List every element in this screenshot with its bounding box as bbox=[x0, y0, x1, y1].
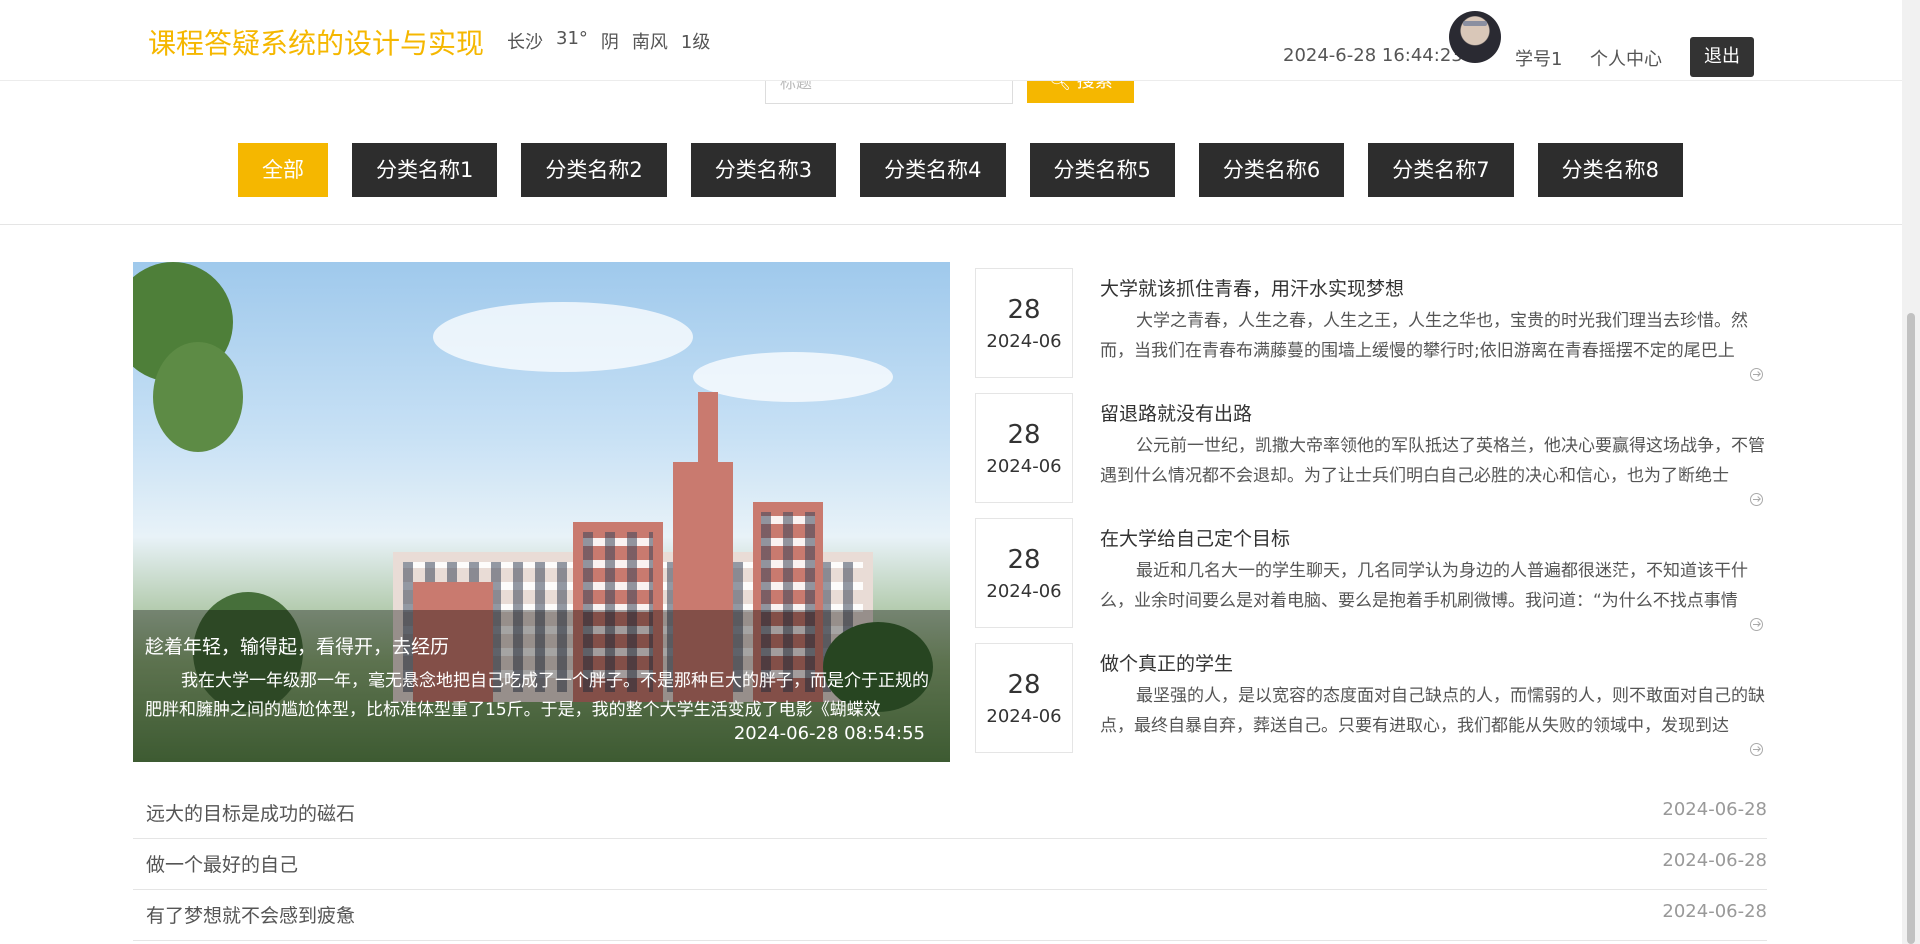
category-tab-7[interactable]: 分类名称7 bbox=[1368, 143, 1514, 197]
news-item[interactable]: 28 2024-06 留退路就没有出路 公元前一世纪，凯撒大帝率领他的军队抵达了… bbox=[975, 387, 1767, 506]
date-day: 28 bbox=[1007, 420, 1041, 450]
arrow-right-circle-icon[interactable] bbox=[1750, 743, 1763, 756]
banner-title[interactable]: 趁着年轻，输得起，看得开，去经历 bbox=[145, 632, 449, 659]
date-year-month: 2024-06 bbox=[986, 456, 1062, 477]
news-item[interactable]: 28 2024-06 做个真正的学生 最坚强的人，是以宽容的态度面对自己缺点的人… bbox=[975, 637, 1767, 756]
site-title: 课程答疑系统的设计与实现 bbox=[148, 27, 485, 60]
feature-banner[interactable]: 趁着年轻，输得起，看得开，去经历 我在大学一年级那一年，毫无悬念地把自己吃成了一… bbox=[133, 262, 950, 762]
category-tab-5[interactable]: 分类名称5 bbox=[1029, 143, 1175, 197]
category-tab-all[interactable]: 全部 bbox=[238, 143, 328, 197]
list-item[interactable]: 远大的目标是成功的磁石 2024-06-28 bbox=[133, 787, 1767, 839]
list-item-date: 2024-06-28 bbox=[1662, 799, 1767, 820]
top-header: 课程答疑系统的设计与实现 长沙 31° 阴 南风 1级 2024-6-28 16… bbox=[0, 0, 1902, 81]
page-scrollbar[interactable] bbox=[1902, 0, 1920, 944]
date-year-month: 2024-06 bbox=[986, 331, 1062, 352]
news-summary: 公元前一世纪，凯撒大帝率领他的军队抵达了英格兰，他决心要赢得这场战争，不管遇到什… bbox=[1100, 436, 1765, 486]
list-item-title[interactable]: 有了梦想就不会感到疲惫 bbox=[146, 901, 355, 928]
news-summary: 最坚强的人，是以宽容的态度面对自己缺点的人，而懦弱的人，则不敢面对自己的缺点，最… bbox=[1100, 686, 1765, 736]
date-day: 28 bbox=[1007, 670, 1041, 700]
news-summary: 最近和几名大一的学生聊天，几名同学认为身边的人普遍都很迷茫，不知道该干什么，业余… bbox=[1100, 561, 1748, 611]
category-tab-3[interactable]: 分类名称3 bbox=[690, 143, 837, 197]
news-title[interactable]: 做个真正的学生 bbox=[1100, 649, 1233, 676]
arrow-right-circle-icon[interactable] bbox=[1750, 618, 1763, 631]
weather-wind: 南风 bbox=[631, 32, 668, 53]
category-tab-8[interactable]: 分类名称8 bbox=[1537, 143, 1683, 197]
category-tab-6[interactable]: 分类名称6 bbox=[1198, 143, 1345, 197]
category-tab-2[interactable]: 分类名称2 bbox=[521, 143, 667, 197]
list-item-title[interactable]: 远大的目标是成功的磁石 bbox=[146, 799, 355, 826]
weather-condition: 阴 bbox=[600, 32, 619, 53]
banner-caption: 趁着年轻，输得起，看得开，去经历 我在大学一年级那一年，毫无悬念地把自己吃成了一… bbox=[133, 610, 950, 762]
news-summary: 大学之青春，人生之春，人生之王，人生之华也，宝贵的时光我们理当去珍惜。然而，当我… bbox=[1100, 311, 1748, 361]
date-box: 28 2024-06 bbox=[975, 643, 1073, 753]
list-item[interactable]: 有了梦想就不会感到疲惫 2024-06-28 bbox=[133, 889, 1767, 941]
date-year-month: 2024-06 bbox=[986, 706, 1062, 727]
list-item-date: 2024-06-28 bbox=[1662, 901, 1767, 922]
list-item[interactable]: 做一个最好的自己 2024-06-28 bbox=[133, 838, 1767, 890]
date-box: 28 2024-06 bbox=[975, 393, 1073, 503]
date-day: 28 bbox=[1007, 295, 1041, 325]
section-divider bbox=[0, 224, 1902, 225]
logout-button[interactable]: 退出 bbox=[1690, 37, 1754, 77]
date-box: 28 2024-06 bbox=[975, 268, 1073, 378]
arrow-right-circle-icon[interactable] bbox=[1750, 493, 1763, 506]
news-title[interactable]: 留退路就没有出路 bbox=[1100, 399, 1252, 426]
date-box: 28 2024-06 bbox=[975, 518, 1073, 628]
avatar[interactable] bbox=[1449, 11, 1501, 63]
scrollbar-thumb[interactable] bbox=[1907, 313, 1915, 944]
weather-info: 长沙 31° 阴 南风 1级 bbox=[507, 28, 710, 54]
news-title[interactable]: 大学就该抓住青春，用汗水实现梦想 bbox=[1100, 274, 1404, 301]
news-item[interactable]: 28 2024-06 在大学给自己定个目标 最近和几名大一的学生聊天，几名同学认… bbox=[975, 512, 1767, 631]
list-item-title[interactable]: 做一个最好的自己 bbox=[146, 850, 298, 877]
current-datetime: 2024-6-28 16:44:23 bbox=[1283, 45, 1463, 66]
arrow-right-circle-icon[interactable] bbox=[1750, 368, 1763, 381]
list-item-date: 2024-06-28 bbox=[1662, 850, 1767, 871]
banner-summary: 我在大学一年级那一年，毫无悬念地把自己吃成了一个胖子。不是那种巨大的胖子，而是介… bbox=[145, 671, 929, 720]
weather-level: 1级 bbox=[680, 32, 711, 53]
category-tab-4[interactable]: 分类名称4 bbox=[860, 143, 1006, 197]
banner-time: 2024-06-28 08:54:55 bbox=[733, 723, 925, 744]
news-item[interactable]: 28 2024-06 大学就该抓住青春，用汗水实现梦想 大学之青春，人生之春，人… bbox=[975, 262, 1767, 381]
weather-temp: 31° bbox=[556, 28, 588, 49]
news-title[interactable]: 在大学给自己定个目标 bbox=[1100, 524, 1290, 551]
user-center-link[interactable]: 个人中心 bbox=[1590, 45, 1662, 71]
category-tab-1[interactable]: 分类名称1 bbox=[352, 143, 498, 197]
user-name[interactable]: 学号1 bbox=[1515, 45, 1562, 71]
weather-city: 长沙 bbox=[507, 32, 543, 53]
date-day: 28 bbox=[1007, 545, 1041, 575]
date-year-month: 2024-06 bbox=[986, 581, 1062, 602]
category-tabs: 全部 分类名称1 分类名称2 分类名称3 分类名称4 分类名称5 分类名称6 分… bbox=[238, 143, 1683, 197]
